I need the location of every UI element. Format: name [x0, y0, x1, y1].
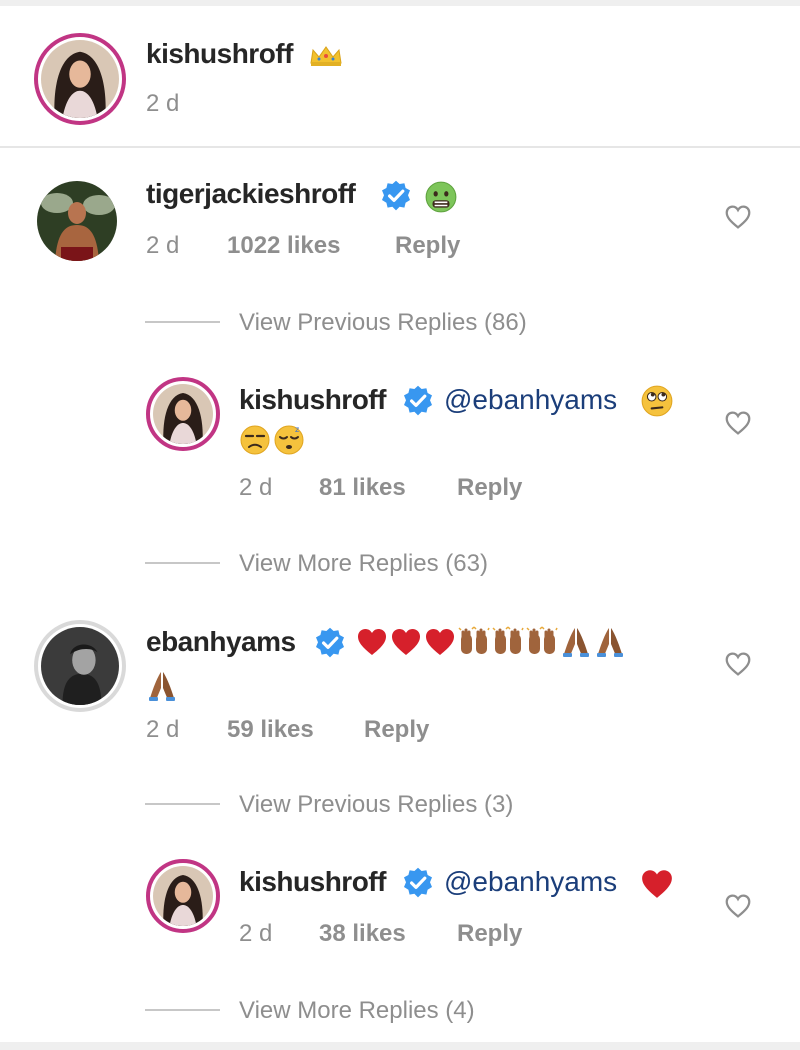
red-heart-emoji [356, 627, 388, 657]
comment-avatar-tigerjackieshroff[interactable] [37, 181, 117, 261]
comment-likes[interactable]: 1022 likes [227, 232, 340, 260]
top-border [0, 0, 800, 6]
like-heart-icon[interactable] [724, 204, 752, 230]
svg-text:z: z [295, 425, 299, 434]
view-previous-replies[interactable]: View Previous Replies (86) [239, 309, 527, 337]
reply-button[interactable]: Reply [364, 716, 429, 744]
red-heart-emoji [390, 627, 422, 657]
red-heart-emoji [424, 627, 456, 657]
thread-line [145, 1009, 220, 1011]
verified-badge-icon [380, 180, 412, 212]
header-divider [0, 146, 800, 148]
comment-time: 2 d [146, 716, 180, 743]
reply-username[interactable]: kishushroff [239, 866, 386, 898]
bottom-border [0, 1042, 800, 1050]
comment-username[interactable]: ebanhyams [146, 626, 296, 658]
nauseated-face-emoji [425, 181, 457, 213]
raised-hands-emoji [458, 626, 490, 658]
reply-button[interactable]: Reply [457, 474, 522, 502]
raised-hands-emoji [492, 626, 524, 658]
reply-time: 2 d [239, 920, 273, 947]
thread-line [145, 562, 220, 564]
avatar-photo-woman [153, 384, 213, 444]
reply-time: 2 d [239, 474, 273, 501]
view-more-replies[interactable]: View More Replies (4) [239, 997, 475, 1025]
post-author-username[interactable]: kishushroff [146, 38, 293, 70]
folded-hands-emoji [146, 670, 178, 702]
red-heart-emoji [640, 868, 674, 900]
view-more-replies[interactable]: View More Replies (63) [239, 550, 488, 578]
folded-hands-emoji [594, 626, 626, 658]
reply-button[interactable]: Reply [457, 920, 522, 948]
reply-avatar-kishushroff[interactable] [146, 859, 220, 933]
like-heart-icon[interactable] [724, 410, 752, 436]
like-heart-icon[interactable] [724, 893, 752, 919]
raised-hands-emoji [526, 626, 558, 658]
comment-emoji-row [356, 626, 626, 658]
comment-emoji-row-wrap [146, 670, 178, 702]
post-author-avatar[interactable] [34, 33, 126, 125]
verified-badge-icon [402, 867, 434, 899]
comments-screen: kishushroff 2 d tigerjackieshroff 2 d 10… [0, 0, 800, 1050]
reply-emoji-row: z [239, 424, 305, 456]
reply-likes[interactable]: 81 likes [319, 474, 406, 502]
comment-username[interactable]: tigerjackieshroff [146, 178, 356, 210]
comment-time: 2 d [146, 232, 180, 259]
view-previous-replies[interactable]: View Previous Replies (3) [239, 791, 513, 819]
reply-mention-link[interactable]: @ebanhyams [444, 866, 617, 898]
verified-badge-icon [402, 385, 434, 417]
reply-username[interactable]: kishushroff [239, 384, 386, 416]
reply-avatar-kishushroff[interactable] [146, 377, 220, 451]
avatar-photo-man [37, 181, 117, 261]
avatar-photo-woman [41, 40, 119, 118]
eye-roll-emoji [640, 384, 674, 418]
crown-icon [308, 43, 344, 67]
avatar-photo-woman [153, 866, 213, 926]
folded-hands-emoji [560, 626, 592, 658]
reply-mention-link[interactable]: @ebanhyams [444, 384, 617, 416]
sleepy-face-emoji: z [273, 425, 305, 456]
comment-avatar-ebanhyams[interactable] [34, 620, 126, 712]
reply-likes[interactable]: 38 likes [319, 920, 406, 948]
comment-likes[interactable]: 59 likes [227, 716, 314, 744]
avatar-photo-man-bw [41, 627, 119, 705]
reply-button[interactable]: Reply [395, 232, 460, 260]
post-time: 2 d [146, 90, 180, 117]
thread-line [145, 321, 220, 323]
like-heart-icon[interactable] [724, 651, 752, 677]
verified-badge-icon [314, 627, 346, 659]
unamused-face-emoji [239, 424, 271, 456]
thread-line [145, 803, 220, 805]
